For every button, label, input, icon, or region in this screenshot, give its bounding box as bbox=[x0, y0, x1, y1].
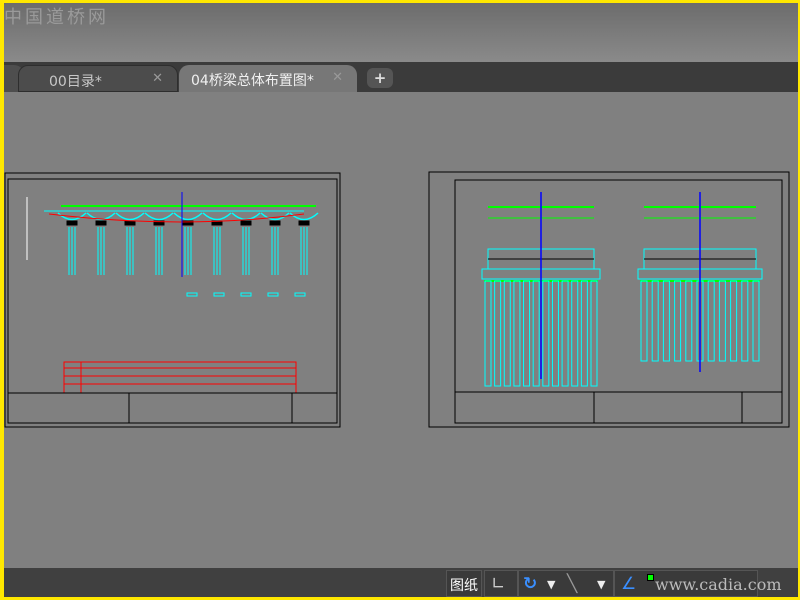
tab-04-bridge-layout[interactable]: 04桥梁总体布置图* ✕ bbox=[179, 65, 357, 92]
title-block-left bbox=[7, 392, 338, 424]
pile bbox=[741, 280, 749, 362]
arch bbox=[202, 212, 232, 221]
polar-icon: ↻ bbox=[523, 574, 538, 594]
pier-cap bbox=[240, 220, 252, 226]
pier-cap bbox=[269, 220, 281, 226]
polar-tracking-group[interactable]: ↻ ▼ ╲ ▼ bbox=[518, 570, 614, 597]
sheet-border-right bbox=[428, 171, 790, 428]
pile bbox=[580, 280, 588, 387]
watermark-overlay: www.cadia.com bbox=[655, 575, 782, 594]
drawing-sheets bbox=[4, 171, 790, 428]
pile bbox=[590, 280, 598, 387]
data-table bbox=[63, 361, 297, 394]
arch bbox=[289, 212, 319, 221]
pile bbox=[640, 280, 648, 362]
arch bbox=[115, 212, 145, 221]
pile bbox=[542, 280, 550, 387]
pile bbox=[532, 280, 540, 387]
paper-space-button[interactable]: 图纸 bbox=[446, 570, 482, 597]
watermark: 中国道桥网 bbox=[4, 7, 109, 28]
title-block-right bbox=[454, 391, 783, 424]
pile bbox=[718, 280, 726, 362]
close-icon[interactable]: ✕ bbox=[152, 71, 163, 86]
pile bbox=[494, 280, 502, 387]
foundation-mark bbox=[186, 292, 198, 297]
pile bbox=[513, 280, 521, 387]
pile bbox=[484, 280, 492, 387]
pile bbox=[651, 280, 659, 362]
pile bbox=[662, 280, 670, 362]
pile bbox=[685, 280, 693, 362]
pier-cap bbox=[298, 220, 310, 226]
chevron-down-icon[interactable]: ▼ bbox=[597, 578, 605, 591]
osnap-icon bbox=[647, 574, 654, 581]
ortho-button[interactable]: ∟ bbox=[484, 570, 518, 597]
pile bbox=[674, 280, 682, 362]
ortho-icon: ∟ bbox=[491, 574, 506, 594]
arch bbox=[173, 212, 203, 221]
close-icon[interactable]: ✕ bbox=[332, 70, 343, 85]
pier-cap bbox=[124, 220, 136, 226]
pile bbox=[707, 280, 715, 362]
tab-label: 00目录* bbox=[49, 74, 102, 90]
pile bbox=[752, 280, 760, 362]
tab-00-directory[interactable]: 00目录* ✕ bbox=[18, 65, 178, 92]
file-tab-bar: 00目录* ✕ 04桥梁总体布置图* ✕ + bbox=[4, 62, 798, 92]
pile bbox=[730, 280, 738, 362]
arch bbox=[144, 212, 174, 221]
status-bar: 图纸 ∟ ↻ ▼ ╲ ▼ ∠ www.cadia.com bbox=[4, 568, 798, 597]
pier-cap bbox=[95, 220, 107, 226]
app-window: 中国道桥网 00目录* ✕ 04桥梁总体布置图* ✕ + 图纸 ∟ ↻ ▼ ╲ ▼ … bbox=[4, 3, 798, 597]
osnap-group[interactable]: ∠ www.cadia.com bbox=[614, 570, 782, 597]
pile bbox=[503, 280, 511, 387]
pier-cap bbox=[66, 220, 78, 226]
pile bbox=[561, 280, 569, 387]
tab-label: 04桥梁总体布置图* bbox=[191, 73, 314, 89]
angle-icon: ∠ bbox=[621, 574, 637, 594]
drawing-canvas[interactable] bbox=[4, 92, 798, 568]
pile bbox=[571, 280, 579, 387]
chevron-down-icon[interactable]: ▼ bbox=[547, 578, 555, 591]
pile bbox=[551, 280, 559, 387]
foundation-mark bbox=[267, 292, 279, 297]
arch bbox=[231, 212, 261, 221]
new-tab-button[interactable]: + bbox=[367, 68, 393, 88]
pile bbox=[523, 280, 531, 387]
foundation-mark bbox=[213, 292, 225, 297]
title-area: 中国道桥网 bbox=[4, 3, 798, 62]
foundation-mark bbox=[240, 292, 252, 297]
isometric-icon: ╲ bbox=[567, 574, 578, 594]
foundation-mark bbox=[294, 292, 306, 297]
